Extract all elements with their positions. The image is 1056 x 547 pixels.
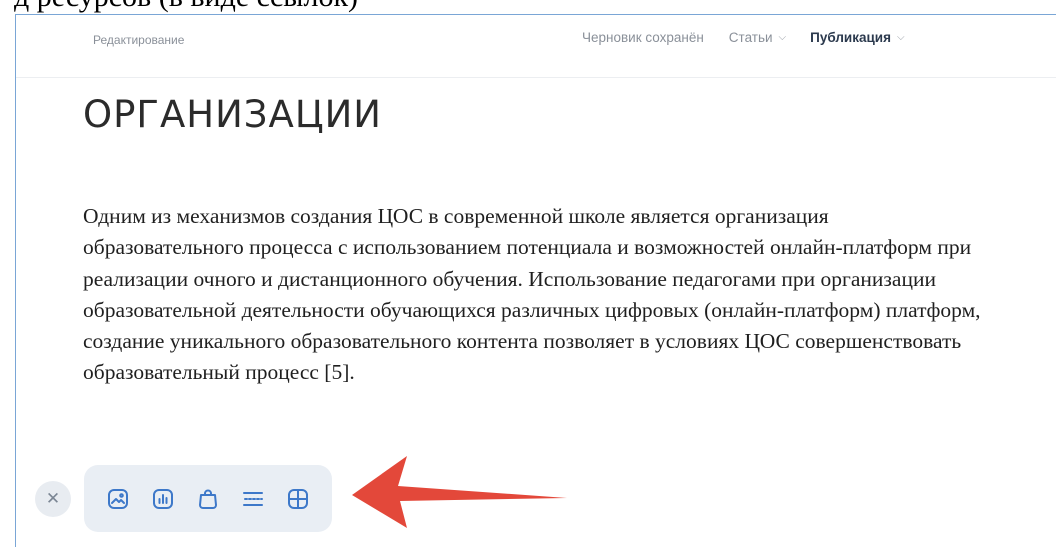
product-icon: [199, 489, 217, 509]
article-paragraph[interactable]: Одним из механизмов создания ЦОС в совре…: [83, 201, 983, 389]
close-toolbar-button[interactable]: ✕: [35, 481, 71, 517]
insert-separator-button[interactable]: [241, 487, 265, 511]
red-arrow-annotation: [352, 456, 567, 528]
chevron-down-icon: ⌵: [778, 32, 787, 43]
insert-image-button[interactable]: [106, 487, 130, 511]
separator-icon: [243, 491, 263, 506]
topbar-nav: Черновик сохранён Статьи ⌵ Публикация ⌵: [582, 30, 905, 45]
insert-table-button[interactable]: [286, 487, 310, 511]
articles-menu-label: Статьи: [728, 30, 773, 45]
image-icon: [108, 488, 128, 509]
chevron-down-icon: ⌵: [896, 32, 905, 43]
publish-menu-button[interactable]: Публикация ⌵: [810, 30, 904, 45]
insert-block-toolbar: [84, 465, 332, 532]
cropped-heading-fragment: д ресурсов (в виде ссылок): [14, 0, 358, 14]
table-icon: [288, 488, 308, 509]
close-icon: ✕: [45, 489, 61, 508]
article-heading[interactable]: ОРГАНИЗАЦИИ: [83, 93, 382, 136]
editor-topbar: Редактирование Черновик сохранён Статьи …: [16, 15, 1056, 78]
articles-menu-button[interactable]: Статьи ⌵: [729, 30, 786, 45]
insert-chart-button[interactable]: [151, 487, 175, 511]
insert-product-button[interactable]: [196, 487, 220, 511]
mode-label: Редактирование: [93, 33, 185, 47]
cropped-document-text: д ресурсов (в виде ссылок): [0, 0, 1056, 14]
chart-icon: [153, 488, 173, 509]
publish-menu-label: Публикация: [810, 30, 891, 45]
draft-status: Черновик сохранён: [582, 30, 704, 45]
